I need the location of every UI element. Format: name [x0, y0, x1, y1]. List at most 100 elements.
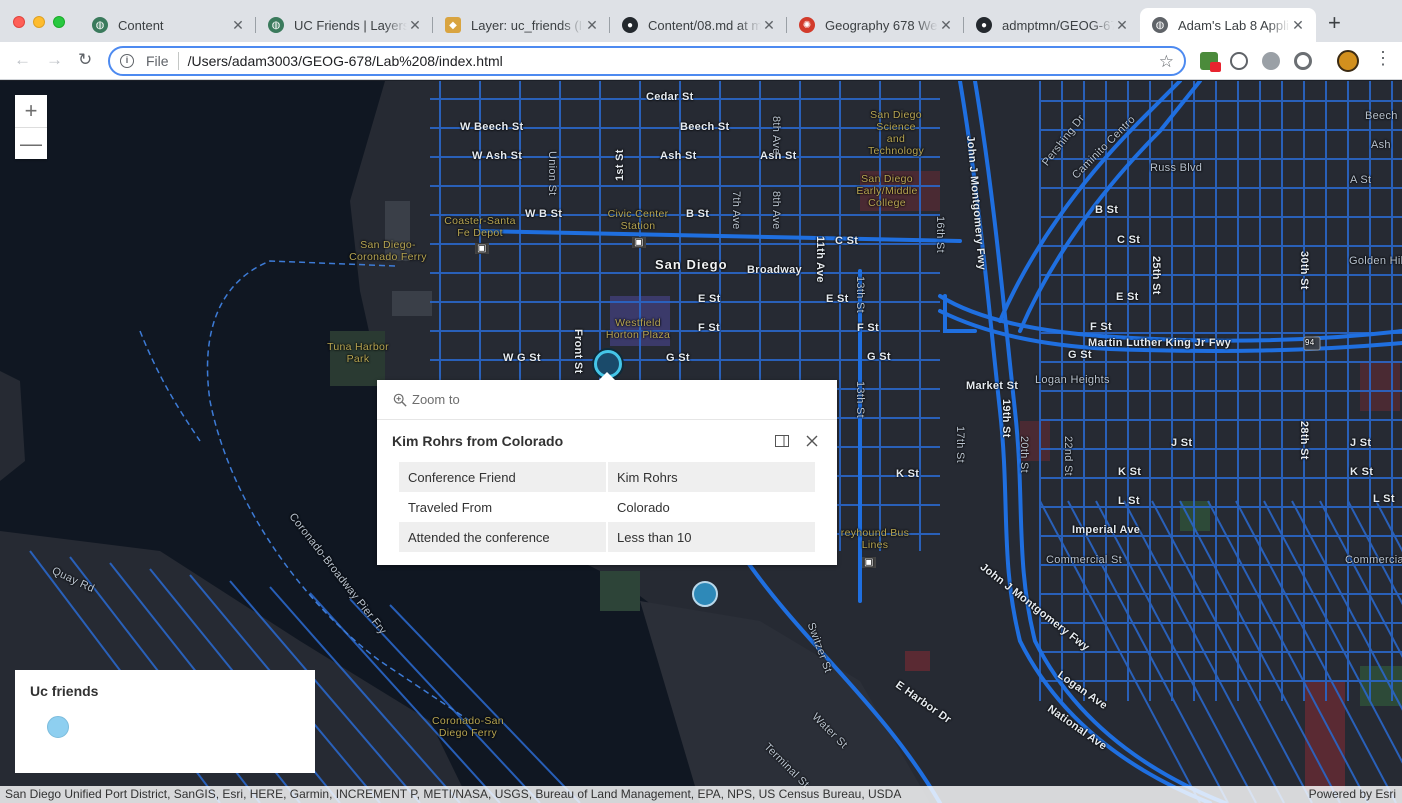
dock-icon: [775, 435, 789, 447]
map-view[interactable]: Cedar St W Beech St Beech St W Ash St As…: [0, 81, 1402, 803]
street-label: 13th St: [854, 276, 866, 313]
tab-github-repo[interactable]: ● admptmn/GEOG-67 ✕: [964, 8, 1140, 42]
forward-arrow-icon[interactable]: →: [46, 50, 63, 70]
tab-strip: ◍ Content ✕ ◍ UC Friends | Layers ✕ ◆ La…: [0, 0, 1402, 42]
powered-by-esri[interactable]: Powered by Esri: [1309, 786, 1396, 803]
street-label: Broadway: [747, 264, 802, 276]
street-label: Ash St: [660, 150, 697, 162]
street-label: L St: [1118, 495, 1140, 507]
poi-label: Westfield Horton Plaza: [605, 317, 671, 341]
street-label: F St: [857, 322, 879, 334]
sync-extension-icon[interactable]: [1294, 52, 1312, 70]
poi-label: Civic Center Station: [607, 208, 669, 232]
street-label: C St: [1117, 234, 1141, 246]
url-text[interactable]: /Users/adam3003/GEOG-678/Lab%208/index.h…: [188, 53, 503, 69]
close-popup-button[interactable]: [802, 431, 822, 451]
attribute-value: Less than 10: [607, 522, 815, 552]
map-attribution: San Diego Unified Port District, SanGIS,…: [0, 786, 1402, 803]
globe-icon: ◍: [92, 17, 108, 33]
tab-layer-uc-friends[interactable]: ◆ Layer: uc_friends (ID ✕: [433, 8, 610, 42]
street-label: 17th St: [954, 426, 966, 463]
globe-icon: ◍: [1152, 17, 1168, 33]
street-label: J St: [1350, 437, 1372, 449]
close-tab-icon[interactable]: ✕: [584, 17, 600, 34]
zoom-in-magnifier-icon: [393, 393, 407, 407]
close-tab-icon[interactable]: ✕: [407, 17, 423, 34]
tab-github-content[interactable]: ● Content/08.md at m ✕: [610, 8, 787, 42]
street-label: Imperial Ave: [1072, 524, 1141, 536]
street-label: Commercial St: [1345, 554, 1402, 566]
street-label: 28th St: [1298, 421, 1310, 460]
new-tab-button[interactable]: +: [1328, 12, 1341, 34]
street-label: G St: [666, 352, 690, 364]
street-label: K St: [1118, 466, 1142, 478]
globe-icon: ◍: [268, 17, 284, 33]
street-label: Russ Blvd: [1150, 162, 1203, 174]
close-tab-icon[interactable]: ✕: [761, 17, 777, 34]
legend-point-symbol: [47, 716, 69, 738]
attribute-table: Conference Friend Kim Rohrs Traveled From C…: [399, 462, 815, 552]
attribute-row: Attended the conference Less than 10: [399, 522, 815, 552]
feature-point-marker[interactable]: [692, 581, 718, 607]
street-label: W B St: [525, 208, 563, 220]
avatar[interactable]: [1337, 50, 1359, 72]
street-label: 8th Ave: [770, 116, 782, 155]
close-tab-icon[interactable]: ✕: [1290, 17, 1306, 34]
attribute-row: Conference Friend Kim Rohrs: [399, 462, 815, 492]
close-tab-icon[interactable]: ✕: [1114, 17, 1130, 34]
zoom-in-button[interactable]: +: [15, 95, 47, 127]
attribute-field: Conference Friend: [399, 462, 608, 492]
poi-label: Tuna Harbor Park: [327, 341, 389, 365]
close-window-button[interactable]: [13, 16, 25, 28]
street-label: E St: [1116, 291, 1139, 303]
street-label: Martin Luther King Jr Fwy: [1088, 337, 1232, 349]
zoom-out-button[interactable]: —: [15, 127, 47, 159]
street-label: K St: [896, 468, 920, 480]
street-label: 1st St: [614, 149, 626, 181]
zoom-to-label: Zoom to: [412, 392, 460, 407]
street-label: 20th St: [1018, 436, 1030, 473]
street-label: Front St: [572, 329, 584, 374]
train-station-icon: ▣: [475, 243, 489, 254]
info-icon[interactable]: i: [120, 54, 134, 68]
legend-title: Uc friends: [30, 683, 99, 699]
street-label: K St: [1350, 466, 1374, 478]
city-label: San Diego: [655, 257, 728, 272]
bookmark-star-icon[interactable]: ☆: [1159, 52, 1174, 72]
street-label: A St: [1350, 174, 1372, 186]
password-manager-icon[interactable]: [1230, 52, 1248, 70]
street-label: Commercial St: [1046, 554, 1123, 566]
popup-title: Kim Rohrs from Colorado: [392, 433, 564, 449]
minimize-window-button[interactable]: [33, 16, 45, 28]
tab-geography-678[interactable]: ✺ Geography 678 Wel ✕: [787, 8, 964, 42]
street-label: 11th Ave: [814, 236, 826, 283]
popup-header: Kim Rohrs from Colorado: [377, 420, 837, 462]
poi-label: San Diego Science and Technology: [867, 109, 925, 157]
dock-popup-button[interactable]: [772, 431, 792, 451]
street-label: 13th St: [854, 381, 866, 418]
street-label: Cedar St: [646, 91, 694, 103]
close-tab-icon[interactable]: ✕: [230, 17, 246, 34]
zoom-to-action[interactable]: Zoom to: [377, 380, 837, 420]
maximize-window-button[interactable]: [53, 16, 65, 28]
attribute-field: Traveled From: [399, 492, 608, 522]
neighborhood-label: Golden Hill: [1349, 255, 1402, 267]
tab-lab8-app[interactable]: ◍ Adam's Lab 8 Appli ✕: [1140, 8, 1316, 42]
menu-kebab-icon[interactable]: ⋮: [1374, 48, 1392, 69]
address-bar[interactable]: i File /Users/adam3003/GEOG-678/Lab%208/…: [108, 46, 1186, 76]
tab-uc-friends-layers[interactable]: ◍ UC Friends | Layers ✕: [256, 8, 433, 42]
back-arrow-icon[interactable]: ←: [14, 50, 31, 70]
street-label: L St: [1373, 493, 1395, 505]
street-label: 7th Ave: [730, 191, 742, 230]
close-tab-icon[interactable]: ✕: [938, 17, 954, 34]
poi-label: Coaster-Santa Fe Depot: [444, 215, 516, 239]
url-scheme: File: [146, 53, 169, 69]
tab-content[interactable]: ◍ Content ✕: [80, 8, 256, 42]
divider: [177, 52, 179, 70]
street-label: 30th St: [1298, 251, 1310, 290]
poi-label: San Diego Early/Middle College: [856, 173, 918, 209]
extension-icon[interactable]: [1262, 52, 1280, 70]
reload-icon[interactable]: ↻: [78, 50, 92, 70]
street-label: 25th St: [1150, 256, 1162, 295]
attribute-row: Traveled From Colorado: [399, 492, 815, 522]
